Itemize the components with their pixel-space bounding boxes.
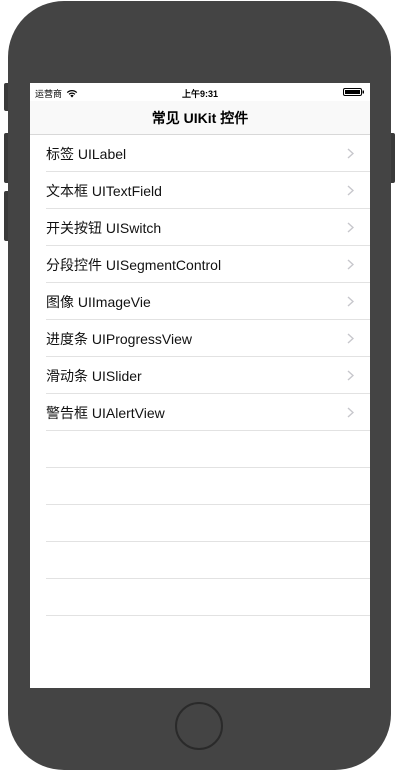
list-item-label: 警告框 UIAlertView <box>46 404 165 421</box>
list-item-label: 文本框 UITextField <box>46 182 162 199</box>
list-item-uialertview[interactable]: 警告框 UIAlertView <box>30 394 370 431</box>
list-item-label: 开关按钮 UISwitch <box>46 219 162 236</box>
chevron-right-icon <box>347 370 354 381</box>
list-item-label: 标签 UILabel <box>46 145 127 162</box>
home-button[interactable] <box>175 702 223 750</box>
list-item-label: 图像 UIImageVie <box>46 293 151 310</box>
list-item-uitextfield[interactable]: 文本框 UITextField <box>30 172 370 209</box>
empty-row <box>30 542 370 579</box>
list-item-uilabel[interactable]: 标签 UILabel <box>30 135 370 172</box>
controls-list: 标签 UILabel 文本框 UITextField 开关按钮 UISwitch… <box>30 135 370 616</box>
list-item-uiswitch[interactable]: 开关按钮 UISwitch <box>30 209 370 246</box>
volume-down-button <box>4 191 8 241</box>
list-item-uislider[interactable]: 滑动条 UISlider <box>30 357 370 394</box>
chevron-right-icon <box>347 148 354 159</box>
chevron-right-icon <box>347 407 354 418</box>
power-button <box>391 133 395 183</box>
empty-row <box>30 468 370 505</box>
mute-switch <box>4 83 8 111</box>
battery-icon <box>343 88 364 96</box>
empty-row <box>30 431 370 468</box>
page-title: 常见 UIKit 控件 <box>151 109 249 126</box>
status-bar: 运营商 上午9:31 <box>30 83 370 101</box>
empty-row <box>30 505 370 542</box>
list-item-uiimageview[interactable]: 图像 UIImageVie <box>30 283 370 320</box>
list-item-label: 进度条 UIProgressView <box>46 330 193 347</box>
chevron-right-icon <box>347 333 354 344</box>
list-item-uisegmentcontrol[interactable]: 分段控件 UISegmentControl <box>30 246 370 283</box>
chevron-right-icon <box>347 259 354 270</box>
chevron-right-icon <box>347 296 354 307</box>
navigation-bar: 常见 UIKit 控件 <box>30 101 370 135</box>
empty-row <box>30 579 370 616</box>
chevron-right-icon <box>347 185 354 196</box>
chevron-right-icon <box>347 222 354 233</box>
status-time: 上午9:31 <box>181 89 218 99</box>
list-item-label: 滑动条 UISlider <box>46 367 142 384</box>
list-item-uiprogressview[interactable]: 进度条 UIProgressView <box>30 320 370 357</box>
volume-up-button <box>4 133 8 183</box>
list-item-label: 分段控件 UISegmentControl <box>46 256 222 273</box>
app-screen: 运营商 上午9:31 常见 UIKit 控件 标签 UILabel 文本框 UI… <box>30 83 370 688</box>
